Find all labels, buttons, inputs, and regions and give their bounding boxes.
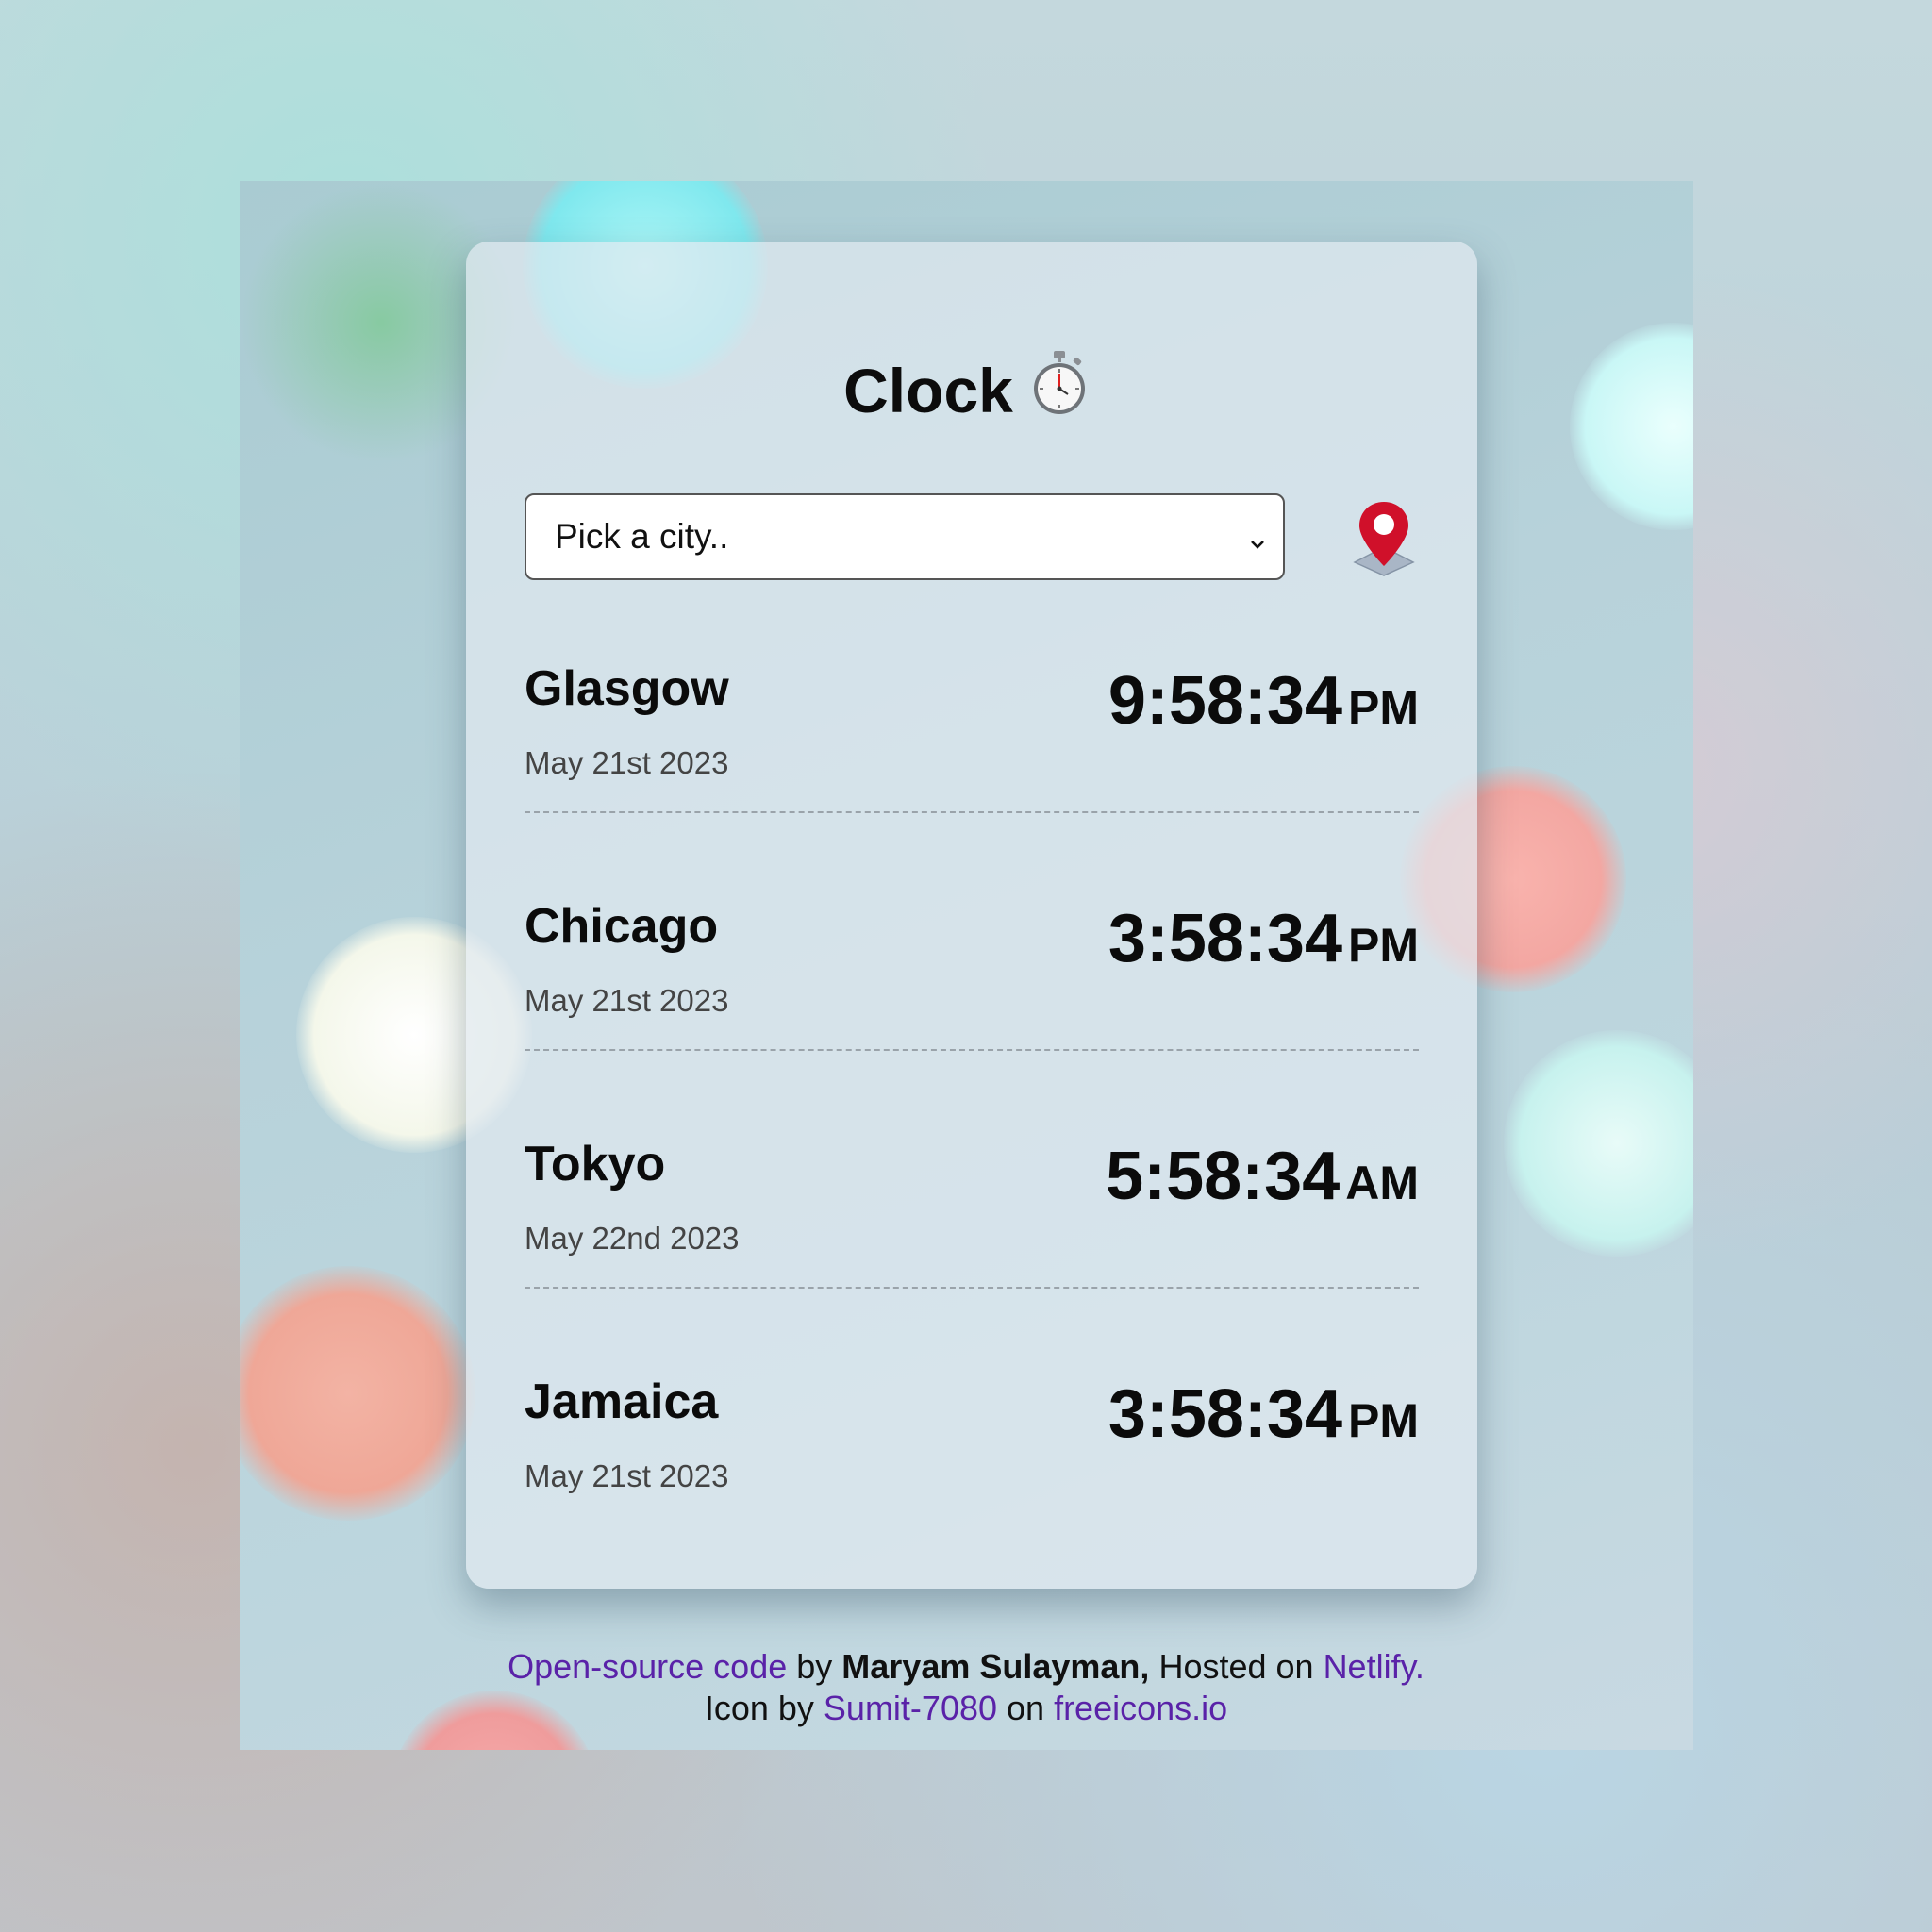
footer-line-2: Icon by Sumit-7080 on freeicons.io <box>0 1688 1932 1729</box>
row-divider <box>525 811 1419 813</box>
footer: Open-source code by Maryam Sulayman, Hos… <box>0 1646 1932 1729</box>
city-name: Chicago <box>525 899 719 954</box>
footer-by: by <box>787 1647 842 1686</box>
city-date: May 21st 2023 <box>525 745 729 780</box>
time-ampm: PM <box>1348 681 1419 734</box>
city-date: May 21st 2023 <box>525 983 729 1018</box>
time-value: 5:58:34 <box>1106 1139 1341 1214</box>
stopwatch-icon <box>1030 349 1089 431</box>
netlify-link[interactable]: Netlify. <box>1324 1647 1424 1686</box>
icon-author-link[interactable]: Sumit-7080 <box>824 1689 997 1727</box>
city-select[interactable]: Pick a city.. <box>525 493 1285 580</box>
city-name: Tokyo <box>525 1137 666 1191</box>
row-divider <box>525 1049 1419 1051</box>
time-value: 3:58:34 <box>1108 1376 1342 1452</box>
city-name: Jamaica <box>525 1374 719 1429</box>
time-ampm: AM <box>1345 1157 1419 1209</box>
row-divider <box>525 1287 1419 1289</box>
footer-on: on <box>997 1689 1055 1727</box>
city-row-tokyo: Tokyo May 22nd 2023 5:58:34 AM <box>525 1136 1419 1374</box>
city-row-glasgow: Glasgow May 21st 2023 9:58:34 PM <box>525 660 1419 898</box>
time-value: 3:58:34 <box>1108 901 1342 976</box>
location-pin-icon[interactable] <box>1351 500 1417 582</box>
freeicons-link[interactable]: freeicons.io <box>1054 1689 1227 1727</box>
city-time: 3:58:34 PM <box>1108 1375 1419 1453</box>
time-value: 9:58:34 <box>1108 663 1342 739</box>
city-select-value: Pick a city.. <box>555 517 729 556</box>
city-row-chicago: Chicago May 21st 2023 3:58:34 PM <box>525 898 1419 1136</box>
time-ampm: PM <box>1348 1394 1419 1447</box>
chevron-down-icon <box>1247 524 1268 563</box>
footer-hosted: Hosted on <box>1149 1647 1324 1686</box>
source-code-link[interactable]: Open-source code <box>508 1647 787 1686</box>
city-name: Glasgow <box>525 661 729 716</box>
page-title: Clock <box>0 349 1932 431</box>
city-row-jamaica: Jamaica May 21st 2023 3:58:34 PM <box>525 1374 1419 1611</box>
city-time: 5:58:34 AM <box>1106 1138 1419 1215</box>
city-date: May 21st 2023 <box>525 1458 729 1493</box>
footer-author: Maryam Sulayman, <box>841 1647 1150 1686</box>
city-time: 3:58:34 PM <box>1108 900 1419 977</box>
footer-icon-by: Icon by <box>704 1689 824 1727</box>
city-date: May 22nd 2023 <box>525 1221 740 1256</box>
title-text: Clock <box>843 355 1013 425</box>
time-ampm: PM <box>1348 919 1419 972</box>
city-time: 9:58:34 PM <box>1108 662 1419 740</box>
footer-line-1: Open-source code by Maryam Sulayman, Hos… <box>0 1646 1932 1688</box>
